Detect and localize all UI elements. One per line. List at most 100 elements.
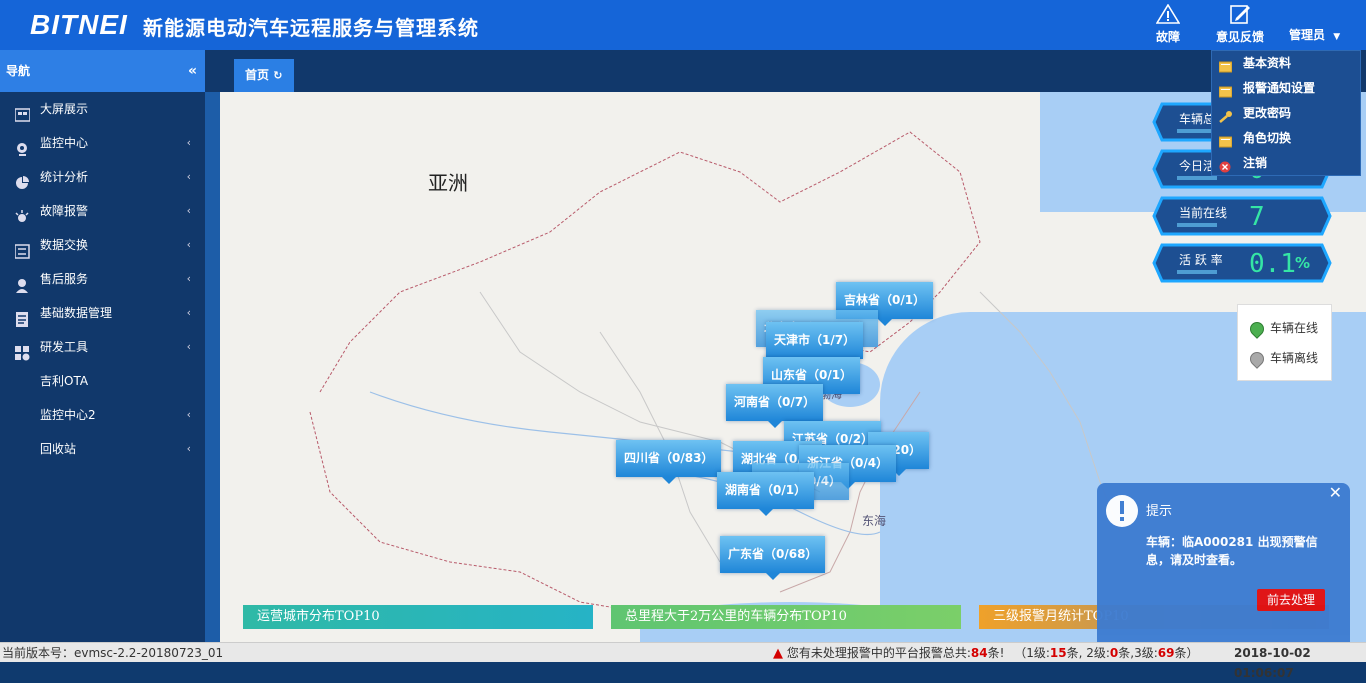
version-text: 当前版本号：evmsc-2.2-20180723_01 [2,646,224,660]
sidebar-item-11[interactable]: 回收站 ‹ [0,432,205,466]
stat-card: 当前在线 7 [1152,196,1332,236]
refresh-icon[interactable]: ↻ [273,69,282,82]
sidebar-item-3[interactable]: 统计分析 ‹ [0,160,205,194]
sidebar-item-label: 基础数据管理 [40,306,113,320]
map-legend: 车辆在线 车辆离线 [1237,304,1332,381]
sidebar-item-5[interactable]: 数据交换 ‹ [0,228,205,262]
legend-online: 车辆在线 [1247,318,1319,339]
province-marker[interactable]: 广东省（0/68） [720,536,826,580]
sidebar-item-9[interactable]: 吉利OTA [0,364,205,398]
user-menu-item[interactable]: 基本资料 [1212,51,1360,76]
sidebar-item-1[interactable]: 大屏展示 [0,92,205,126]
sidebar-item-label: 监控中心2 [40,408,96,422]
alarm-summary[interactable]: ▲ 您有未处理报警中的平台报警总共:84条! （1级:15条, 2级:0条,3级… [773,643,1199,664]
sidebar-item-label: 售后服务 [40,272,89,286]
feedback-label: 意见反馈 [1216,30,1265,44]
nav-list: 大屏展示 监控中心 ‹ 统计分析 ‹ 故障报警 ‹ 数据交换 ‹ 售后服务 ‹ 基础数据管理 ‹ 研发工具… [0,92,205,466]
brand-logo: BITNEI [30,9,128,40]
content-strip [205,92,220,642]
top-bar: BITNEI 新能源电动汽车远程服务与管理系统 故障 意见反馈 管理员 ▼ [0,0,1366,50]
tab-city-top10-label: 运营城市分布TOP10 [257,609,380,624]
user-menu-item[interactable]: 角色切换 [1212,126,1360,151]
sidebar-item-6[interactable]: 售后服务 ‹ [0,262,205,296]
online-pin-icon [1247,318,1267,339]
tab-mileage-top10[interactable]: 总里程大于2万公里的车辆分布TOP10 [611,605,961,629]
user-menu-item[interactable]: 报警通知设置 [1212,76,1360,101]
chevron-left-icon: ‹ [186,204,191,217]
sea-label: 东海 [862,514,887,528]
alarm-icon [15,204,30,222]
alarm-total: 84 [970,646,988,660]
user-menu-label: 角色切换 [1243,131,1292,145]
caret-down-icon: ▼ [1333,32,1341,42]
datetime: 2018-10-02 01:06:07 [1234,646,1311,680]
sidebar-header: 导航 « [0,50,205,92]
user-menu-item[interactable]: 注销 [1212,151,1360,176]
collapse-icon[interactable]: « [188,50,197,92]
province-marker[interactable]: 天津市（1/7） [766,322,864,366]
alarm-suffix: 条! [987,646,1005,660]
pie-chart-icon [15,170,30,189]
admin-dropdown[interactable]: 管理员 ▼ [1289,26,1340,43]
sidebar-item-8[interactable]: 研发工具 ‹ [0,330,205,364]
user-menu-label: 报警通知设置 [1243,81,1316,95]
offline-pin-icon [1247,348,1267,369]
stat-value: 0.1 [1249,249,1296,279]
level3-count: 69 [1157,646,1175,660]
sidebar-item-2[interactable]: 监控中心 ‹ [0,126,205,160]
tab-home[interactable]: 首页 ↻ [234,59,294,92]
legend-offline-label: 车辆离线 [1270,351,1319,365]
chevron-left-icon: ‹ [186,238,191,251]
fault-label: 故障 [1156,30,1181,44]
alert-title: 提示 [1146,504,1173,519]
user-menu-item[interactable]: 更改密码 [1212,101,1360,126]
sidebar-item-label: 统计分析 [40,170,89,184]
user-menu-label: 基本资料 [1243,56,1292,70]
province-marker[interactable]: 湖南省（0/1） [717,472,815,516]
tools-icon [15,340,30,361]
monitor-icon [15,136,30,156]
close-icon[interactable]: ✕ [1329,483,1342,502]
alarm-warning-icon: ▲ [773,646,783,661]
chevron-left-icon: ‹ [186,442,191,455]
handle-alert-button[interactable]: 前去处理 [1257,589,1325,611]
sidebar-item-label: 回收站 [40,442,77,456]
chevron-left-icon: ‹ [186,136,191,149]
sidebar-item-10[interactable]: 监控中心2 ‹ [0,398,205,432]
province-marker[interactable]: 四川省（0/83） [616,440,722,484]
level1-count: 15 [1049,646,1067,660]
fault-button[interactable]: 故障 [1156,4,1180,45]
user-menu-label: 更改密码 [1243,106,1292,120]
sidebar-item-label: 数据交换 [40,238,89,252]
stat-unit: % [1295,254,1311,272]
province-marker[interactable]: 河南省（0/7） [726,384,824,428]
feedback-button[interactable]: 意见反馈 [1216,4,1264,45]
info-icon [1106,495,1138,527]
system-title: 新能源电动汽车远程服务与管理系统 [143,16,479,40]
folder-icon [1218,57,1233,73]
tab-mileage-top10-label: 总里程大于2万公里的车辆分布TOP10 [625,609,847,624]
legend-online-label: 车辆在线 [1270,321,1319,335]
sidebar-item-label: 研发工具 [40,340,89,354]
chevron-left-icon: ‹ [186,272,191,285]
level1-unit: 条, 2级: [1066,646,1110,660]
tab-city-top10[interactable]: 运营城市分布TOP10 [243,605,593,629]
folder-icon [1218,132,1233,148]
sidebar-item-label: 监控中心 [40,136,89,150]
service-icon [15,272,30,293]
sidebar-item-7[interactable]: 基础数据管理 ‹ [0,296,205,330]
chevron-left-icon: ‹ [186,306,191,319]
sidebar-item-4[interactable]: 故障报警 ‹ [0,194,205,228]
stat-label: 当前在线 [1179,206,1228,220]
user-menu-label: 注销 [1243,156,1268,170]
user-menu: 基本资料报警通知设置 更改密码角色切换注销 [1211,50,1361,176]
sidebar-item-label: 吉利OTA [40,374,89,388]
sidebar-title: 导航 [6,64,31,78]
alarm-prefix: 您有未处理报警中的平台报警总共: [786,646,971,660]
folder-icon [1218,82,1233,98]
edit-icon [1230,5,1250,24]
chevron-left-icon: ‹ [186,340,191,353]
level3-unit: 条） [1174,646,1199,660]
sidebar-item-label: 故障报警 [40,204,89,218]
sidebar-item-label: 大屏展示 [40,102,89,116]
